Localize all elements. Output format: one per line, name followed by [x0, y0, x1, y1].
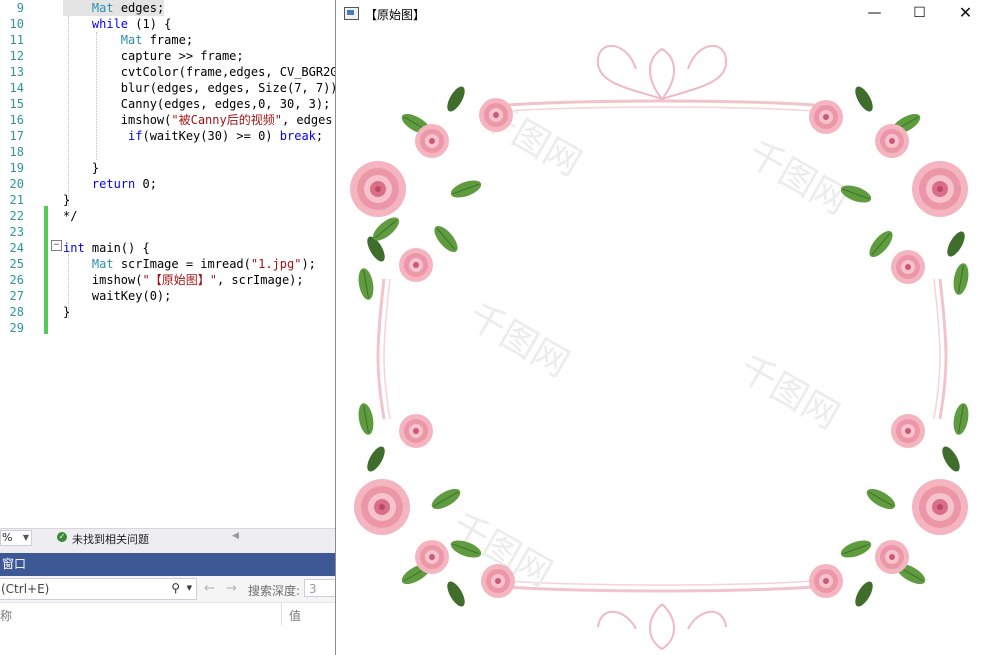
code-line[interactable]: 21}: [0, 192, 335, 208]
line-number: 16: [9, 113, 24, 127]
minimize-button[interactable]: —: [857, 0, 892, 28]
search-depth-select[interactable]: 3: [304, 579, 336, 597]
code-text[interactable]: Canny(edges, edges,0, 30, 3);: [63, 96, 331, 112]
code-line[interactable]: 17 if(waitKey(30) >= 0) break;: [0, 128, 335, 144]
code-line[interactable]: 14 blur(edges, edges, Size(7, 7));: [0, 80, 335, 96]
line-number: 25: [9, 257, 24, 271]
search-input[interactable]: (Ctrl+E) ⚲ ▼: [0, 578, 197, 600]
line-number: 9: [16, 1, 24, 15]
code-line[interactable]: 26 imshow("【原始图】", scrImage);: [0, 272, 335, 288]
svg-text:千图网: 千图网: [740, 133, 854, 223]
code-line[interactable]: 11 Mat frame;: [0, 32, 335, 48]
line-number: 24: [9, 241, 24, 255]
image-window[interactable]: 【原始图】 — ☐ ✕ 千图网 千图网 千图网 千图网 千图网: [335, 0, 987, 655]
line-number: 17: [9, 129, 24, 143]
column-header-value[interactable]: 值: [289, 607, 301, 624]
code-text[interactable]: blur(edges, edges, Size(7, 7));: [63, 80, 335, 96]
watch-table-body[interactable]: [0, 625, 335, 655]
code-text[interactable]: int main() {: [63, 240, 150, 256]
app-window-icon: [344, 7, 359, 20]
line-number: 22: [9, 209, 24, 223]
code-line[interactable]: 20 return 0;: [0, 176, 335, 192]
window-titlebar[interactable]: 【原始图】 — ☐ ✕: [336, 0, 987, 30]
code-line[interactable]: 24 int main() {: [0, 240, 335, 256]
code-text[interactable]: imshow("被Canny后的视频", edges: [63, 112, 333, 128]
watch-table-header: 称 值: [0, 602, 335, 626]
line-number: 28: [9, 305, 24, 319]
image-canvas: 千图网 千图网 千图网 千图网 千图网: [336, 29, 987, 655]
code-line[interactable]: 25 Mat scrImage = imread("1.jpg");: [0, 256, 335, 272]
code-line[interactable]: 22 */: [0, 208, 335, 224]
search-placeholder: (Ctrl+E): [1, 582, 50, 596]
code-line[interactable]: 16 imshow("被Canny后的视频", edges: [0, 112, 335, 128]
line-number: 13: [9, 65, 24, 79]
pane-splitter[interactable]: [0, 546, 335, 553]
line-number: 12: [9, 49, 24, 63]
search-icon[interactable]: ⚲: [171, 581, 180, 595]
maximize-button[interactable]: ☐: [902, 0, 937, 28]
code-line[interactable]: 29: [0, 320, 335, 336]
code-text[interactable]: capture >> frame;: [63, 48, 244, 64]
code-text[interactable]: */: [63, 208, 77, 224]
line-number: 15: [9, 97, 24, 111]
watch-pane-title[interactable]: 窗口: [0, 553, 335, 576]
line-number: 23: [9, 225, 24, 239]
line-number: 20: [9, 177, 24, 191]
zoom-value: %: [2, 531, 13, 544]
chevron-down-icon[interactable]: ▼: [187, 584, 192, 592]
code-text[interactable]: Mat frame;: [63, 32, 193, 48]
line-number: 19: [9, 161, 24, 175]
arrow-left-icon[interactable]: ←: [204, 581, 215, 596]
close-button[interactable]: ✕: [948, 0, 983, 28]
code-text[interactable]: }: [63, 192, 70, 208]
code-line[interactable]: 10 while (1) {: [0, 16, 335, 32]
column-header-name[interactable]: 称: [0, 607, 12, 624]
line-number: 27: [9, 289, 24, 303]
editor-status-bar: % ▼ ✓ 未找到相关问题 ◀: [0, 528, 335, 546]
code-editor[interactable]: − 9 Mat edges; 10 while (1) {11 Mat frame…: [0, 0, 335, 528]
check-circle-icon: ✓: [57, 532, 67, 542]
code-line[interactable]: 15 Canny(edges, edges,0, 30, 3);: [0, 96, 335, 112]
code-text[interactable]: return 0;: [63, 176, 157, 192]
line-number: 26: [9, 273, 24, 287]
code-text[interactable]: }: [63, 304, 70, 320]
arrow-right-icon[interactable]: →: [226, 581, 237, 596]
scroll-left-icon[interactable]: ◀: [232, 531, 239, 541]
code-text[interactable]: waitKey(0);: [63, 288, 171, 304]
line-number: 11: [9, 33, 24, 47]
code-text[interactable]: if(waitKey(30) >= 0) break;: [63, 128, 323, 144]
code-line[interactable]: 23: [0, 224, 335, 240]
code-line[interactable]: 12 capture >> frame;: [0, 48, 335, 64]
watch-pane-toolbar: (Ctrl+E) ⚲ ▼ ← → 搜索深度: 3: [0, 576, 336, 602]
line-number: 14: [9, 81, 24, 95]
code-line[interactable]: 9 Mat edges;: [0, 0, 335, 16]
code-text[interactable]: cvtColor(frame,edges, CV_BGR2GR: [63, 64, 335, 80]
column-divider[interactable]: [281, 603, 282, 625]
search-depth-label: 搜索深度:: [248, 584, 301, 598]
code-line[interactable]: 18: [0, 144, 335, 160]
rose-frame-image: 千图网 千图网 千图网 千图网 千图网: [350, 44, 972, 651]
zoom-dropdown[interactable]: % ▼: [0, 530, 32, 546]
line-number: 10: [9, 17, 24, 31]
line-number: 18: [9, 145, 24, 159]
code-line[interactable]: 28}: [0, 304, 335, 320]
code-line[interactable]: 19 }: [0, 160, 335, 176]
svg-text:千图网: 千图网: [732, 348, 846, 438]
code-text[interactable]: imshow("【原始图】", scrImage);: [63, 272, 304, 288]
chevron-down-icon: ▼: [22, 533, 29, 542]
window-title: 【原始图】: [365, 8, 426, 22]
code-line[interactable]: 27 waitKey(0);: [0, 288, 335, 304]
issues-status-text[interactable]: 未找到相关问题: [72, 531, 149, 547]
code-text[interactable]: }: [63, 160, 99, 176]
svg-text:千图网: 千图网: [462, 296, 576, 386]
code-line[interactable]: 13 cvtColor(frame,edges, CV_BGR2GR: [0, 64, 335, 80]
code-text[interactable]: while (1) {: [63, 16, 171, 32]
line-number: 29: [9, 321, 24, 335]
code-text[interactable]: Mat edges;: [63, 0, 165, 16]
code-text[interactable]: Mat scrImage = imread("1.jpg");: [63, 256, 316, 272]
line-number: 21: [9, 193, 24, 207]
